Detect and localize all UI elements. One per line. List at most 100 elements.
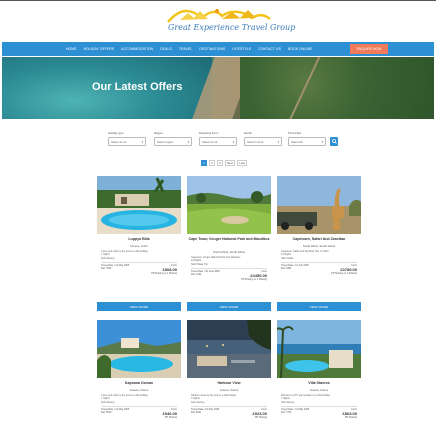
offer-ref: Ref: 1294 <box>191 272 202 276</box>
offer-title[interactable]: Luppya Billa <box>97 237 181 241</box>
offer-location: Greece, Paxos <box>219 388 239 392</box>
page-link[interactable]: 1 <box>201 160 207 166</box>
view-offer-button[interactable]: View Offer <box>277 302 361 311</box>
offer-title[interactable]: Harbour View <box>187 381 271 385</box>
offer-location: South Africa, South Island <box>302 244 336 248</box>
filter-select[interactable]: Select all ▾ <box>288 137 326 146</box>
chevron-down-icon: ▾ <box>187 139 189 144</box>
offer-price-block: From £808.00 PP Sharing or 2 Sharing <box>151 264 177 276</box>
nav-item-holiday-offers[interactable]: Holiday Offers <box>84 47 115 51</box>
filter-holiday-type: Holiday type Select an ok ▾ <box>108 131 146 146</box>
chevron-down-icon: ▾ <box>277 139 279 144</box>
nav-item-destinations[interactable]: Destinations <box>199 47 225 51</box>
hero-land <box>240 57 434 119</box>
price-basis: PP Sharing <box>254 415 267 419</box>
offer-meta: Travel Date / 12 July 2025 Ref: 3381 <box>281 264 309 271</box>
offer-meta: Travel Date / 14 May 2025 Ref: 5510 <box>101 408 129 415</box>
search-button[interactable] <box>330 137 338 146</box>
offer-meta: Travel Date / 14 May 2025 Ref: 7842 <box>101 264 129 271</box>
nav-item-home[interactable]: Home <box>66 47 77 51</box>
offer-detail: Tailor Made Trip <box>191 262 209 266</box>
filter-month: Month Select month ▾ <box>244 131 282 146</box>
offer-price-block: From £863.00 PP Sharing <box>343 408 357 420</box>
chevron-down-icon: ▾ <box>232 139 234 144</box>
filter-label: Price Filter <box>288 131 302 135</box>
chevron-down-icon: ▾ <box>321 139 323 144</box>
filter-value: Select month <box>247 139 264 144</box>
offer-image[interactable] <box>277 320 361 378</box>
offer-image[interactable] <box>277 176 361 234</box>
offer-title[interactable]: Capetown, Safari And Zanzibar <box>277 237 361 241</box>
view-offer-button[interactable]: View Offer <box>187 302 271 311</box>
nav-item-lifestyle[interactable]: Lifestyle <box>232 47 251 51</box>
offer-price-block: From £946.00 PP Sharing <box>163 408 177 420</box>
price-basis: PP Sharing <box>164 415 177 419</box>
search-icon <box>331 139 337 144</box>
offer-meta: Travel Date / 14 May 2025 Ref: 7732 <box>281 408 309 415</box>
offer-location: Greece, Paxos <box>309 388 329 392</box>
offer-ref: Ref: 3381 <box>281 266 292 270</box>
nav-item-travel[interactable]: Travel <box>179 47 193 51</box>
hero-banner: Our Latest Offers <box>2 57 434 119</box>
page-link[interactable]: Next <box>225 160 236 166</box>
nav-item-deals[interactable]: Deals <box>160 47 172 51</box>
filter-label: Region <box>154 131 163 135</box>
offer-location: Greece, Paxos <box>129 388 149 392</box>
nav-item-book-online[interactable]: Book Online <box>288 47 312 51</box>
filter-price: Price Filter Select all ▾ <box>288 131 326 146</box>
offer-image[interactable] <box>187 176 271 234</box>
enquire-button[interactable]: Enquire Now <box>350 44 388 54</box>
pagination: 1 2 3 Next Last <box>201 160 247 166</box>
price-basis: PP Sharing or 2 Sharing <box>151 271 177 275</box>
page-link[interactable]: 2 <box>209 160 215 166</box>
nav-item-accommodation[interactable]: Accommodation <box>121 47 153 51</box>
filter-select[interactable]: Select region ▾ <box>154 137 192 146</box>
offer-image[interactable] <box>97 176 181 234</box>
offer-detail: Self catering <box>281 400 295 404</box>
header: Great Experience Travel Group <box>0 4 436 40</box>
offer-price-block: From £4450.00 PP Sharing or 2 Sharing <box>241 270 267 282</box>
logo-text: Great Experience Travel Group <box>168 23 296 32</box>
price-basis: PP Sharing or 2 Sharing <box>331 271 357 275</box>
offer-title[interactable]: Cape Town, Kruger National Park and Maur… <box>187 237 271 241</box>
filter-select[interactable]: Select an ok ▾ <box>199 137 237 146</box>
offer-title[interactable]: Villa Stavros <box>277 381 361 385</box>
offer-detail: Self catering <box>101 400 115 404</box>
offer-location: South Africa, South Africa <box>213 250 245 254</box>
offer-price-block: From £3789.00 PP Sharing or 2 Sharing <box>331 264 357 276</box>
filter-value: Select an ok <box>111 139 127 144</box>
offer-meta: Travel Date / 14 May 2025 Ref: 6621 <box>191 408 219 415</box>
offer-ref: Ref: 7732 <box>281 410 292 414</box>
filter-label: Month <box>244 131 252 135</box>
nav-item-contact-us[interactable]: Contact Us <box>258 47 281 51</box>
offer-detail: Self catering <box>101 256 115 260</box>
main-nav: Home Holiday Offers Accommodation Deals Trav… <box>2 42 434 56</box>
chevron-down-icon: ▾ <box>141 139 143 144</box>
filter-value: Select an ok <box>202 139 218 144</box>
offer-detail: Self catering <box>191 400 205 404</box>
offer-title[interactable]: Kapsana Osman <box>97 381 181 385</box>
filter-departing: Departing From Select an ok ▾ <box>199 131 237 146</box>
offer-ref: Ref: 7842 <box>101 266 112 270</box>
offer-meta: Travel Date / 30 June 2025 Ref: 1294 <box>191 270 220 277</box>
page-link[interactable]: Last <box>237 160 247 166</box>
price-basis: PP Sharing <box>344 415 357 419</box>
page-link[interactable]: 3 <box>217 160 223 166</box>
hero-title: Our Latest Offers <box>92 81 183 93</box>
offer-image[interactable] <box>97 320 181 378</box>
offer-image[interactable] <box>187 320 271 378</box>
filter-value: Select region <box>157 139 174 144</box>
offer-location: Greece, Corfu <box>130 244 148 248</box>
offer-ref: Ref: 6621 <box>191 410 202 414</box>
offer-price-block: From £923.00 PP Sharing <box>253 408 267 420</box>
offer-ref: Ref: 5510 <box>101 410 112 414</box>
view-offer-button[interactable]: View Offer <box>97 302 181 311</box>
price-basis: PP Sharing or 2 Sharing <box>241 277 267 281</box>
offer-detail: Tailor Made <box>281 256 294 260</box>
filter-select[interactable]: Select month ▾ <box>244 137 282 146</box>
filter-region: Region Select region ▾ <box>154 131 192 146</box>
filter-label: Departing From <box>199 131 219 135</box>
filter-value: Select all <box>291 139 303 144</box>
filter-select[interactable]: Select an ok ▾ <box>108 137 146 146</box>
top-border <box>0 0 436 1</box>
